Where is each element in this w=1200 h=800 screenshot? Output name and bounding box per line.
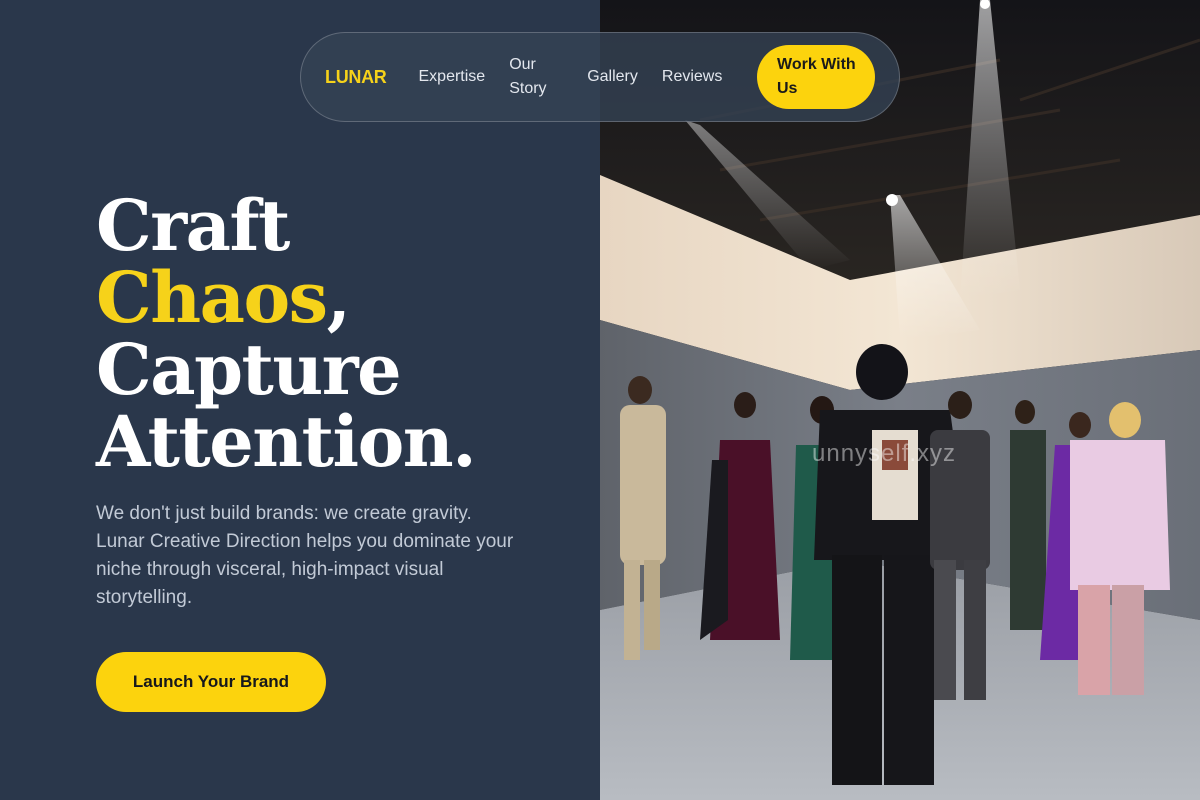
- brand-logo[interactable]: LUNAR: [325, 67, 387, 88]
- headline-line-capture: Capture: [96, 328, 402, 411]
- nav-link-reviews[interactable]: Reviews: [662, 65, 722, 89]
- headline-line-attention: Attention.: [96, 400, 477, 483]
- hero-subtext: We don't just build brands: we create gr…: [96, 503, 514, 608]
- nav-link-gallery[interactable]: Gallery: [587, 65, 638, 89]
- headline-accent-chaos: Chaos: [96, 256, 328, 339]
- launch-brand-button[interactable]: Launch Your Brand: [96, 652, 326, 712]
- top-navigation: LUNAR Expertise Our Story Gallery Review…: [300, 32, 900, 122]
- nav-link-our-story[interactable]: Our Story: [509, 53, 563, 101]
- nav-link-expertise[interactable]: Expertise: [419, 65, 486, 89]
- headline-comma: ,: [326, 256, 351, 339]
- headline-line-craft: Craft: [96, 184, 290, 267]
- photo-watermark: unnyself.xyz: [812, 440, 957, 467]
- hero-headline: Craft Chaos, Capture Attention.: [96, 190, 477, 478]
- work-with-us-button[interactable]: Work With Us: [757, 45, 875, 109]
